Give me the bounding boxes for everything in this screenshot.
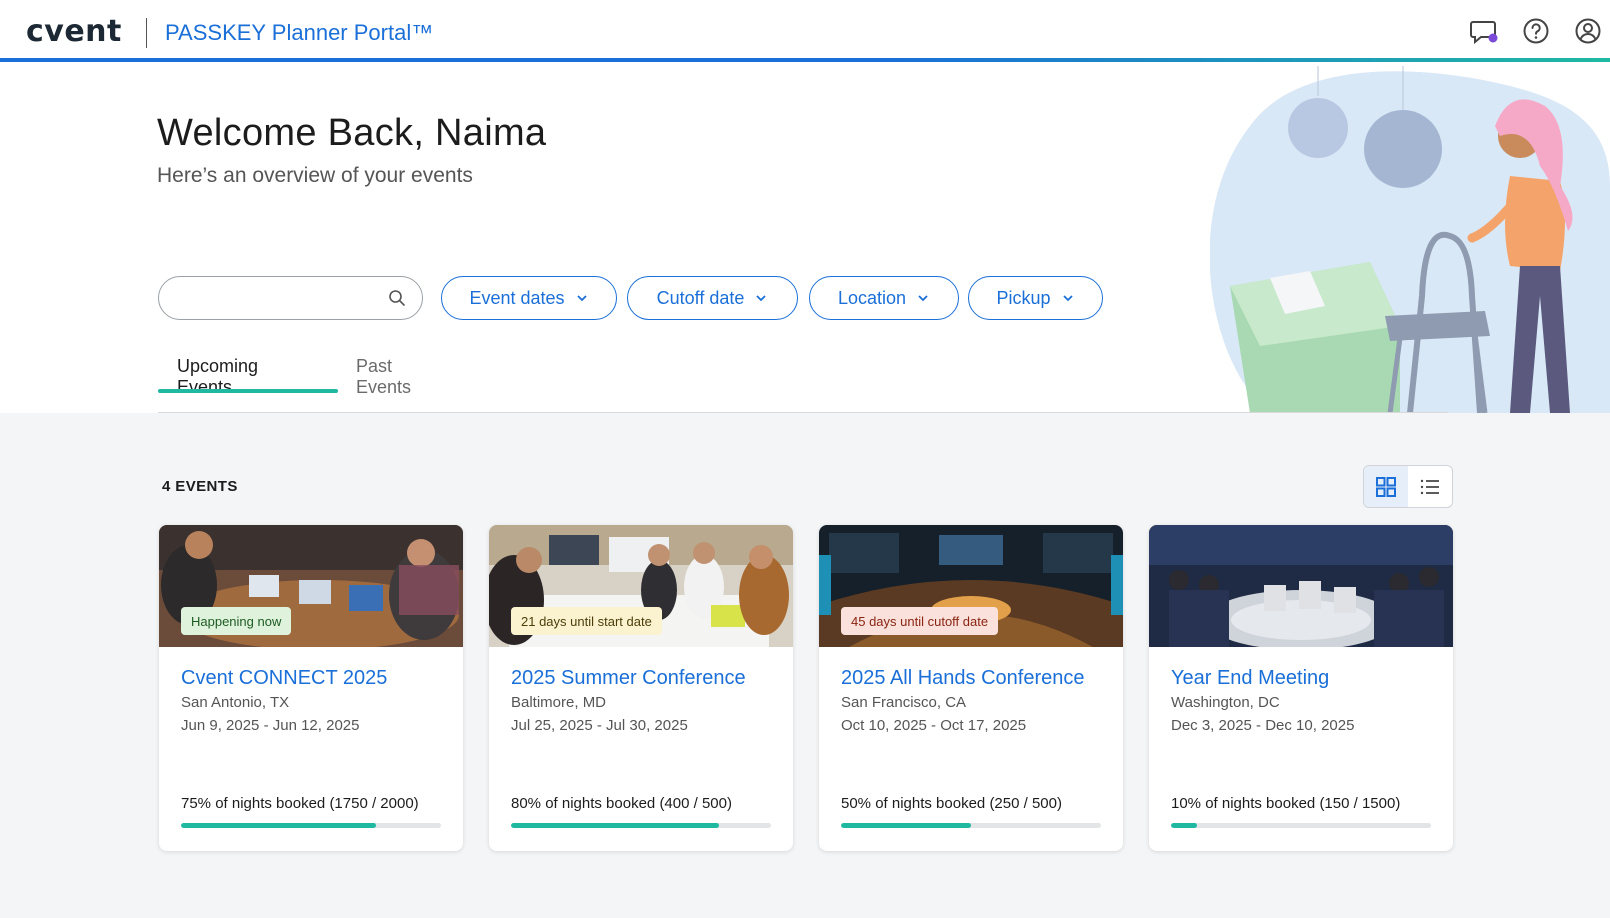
help-icon[interactable] [1521,16,1551,46]
booking-progress-bar [181,823,441,828]
portal-title[interactable]: PASSKEY Planner Portal™ [165,20,433,46]
nights-booked: 50% of nights booked (250 / 500) [841,795,1062,812]
nights-booked: 75% of nights booked (1750 / 2000) [181,795,419,812]
event-location: Baltimore, MD [511,694,607,711]
filter-pickup[interactable]: Pickup [968,276,1103,320]
event-card[interactable]: 21 days until start date 2025 Summer Con… [489,525,793,851]
header-accent-line [0,58,1610,62]
nights-booked: 80% of nights booked (400 / 500) [511,795,732,812]
search-box [158,276,423,320]
booking-progress-fill [511,823,719,828]
filter-event-dates[interactable]: Event dates [441,276,617,320]
filter-label: Pickup [996,287,1051,308]
booking-progress-fill [181,823,376,828]
filter-location[interactable]: Location [809,276,959,320]
status-badge: Happening now [181,607,292,635]
event-image [1149,525,1453,647]
event-dates: Jun 9, 2025 - Jun 12, 2025 [181,717,360,734]
search-input[interactable] [177,277,387,317]
filter-label: Event dates [469,287,565,308]
chevron-down-icon [1062,295,1073,302]
active-tab-indicator [158,389,338,393]
grid-icon [1376,476,1396,497]
booking-progress-bar [1171,823,1431,828]
event-card[interactable]: Year End Meeting Washington, DC Dec 3, 2… [1149,525,1453,851]
welcome-subtitle: Here’s an overview of your events [157,164,473,187]
event-title[interactable]: 2025 All Hands Conference [841,667,1085,690]
filter-label: Location [837,287,907,308]
event-card[interactable]: Happening now Cvent CONNECT 2025 San Ant… [159,525,463,851]
grid-view-button[interactable] [1364,466,1408,507]
filter-label: Cutoff date [656,287,745,308]
welcome-illustration [1210,66,1610,413]
events-count: 4 EVENTS [162,478,238,495]
event-card[interactable]: 45 days until cutoff date 2025 All Hands… [819,525,1123,851]
hero-section: Welcome Back, Naima Here’s an overview o… [0,66,1610,413]
status-badge: 45 days until cutoff date [841,607,999,635]
event-title[interactable]: 2025 Summer Conference [511,667,746,690]
event-title[interactable]: Cvent CONNECT 2025 [181,667,387,690]
view-toggle [1363,465,1453,508]
event-location: San Francisco, CA [841,694,967,711]
filter-cutoff-date[interactable]: Cutoff date [627,276,798,320]
chevron-down-icon [918,295,928,302]
nights-booked: 10% of nights booked (150 / 1500) [1171,795,1401,812]
booking-progress-bar [841,823,1101,828]
booking-progress-bar [511,823,771,828]
event-location: San Antonio, TX [181,694,290,711]
welcome-heading: Welcome Back, Naima [157,112,547,154]
chat-icon[interactable] [1468,16,1498,46]
booking-progress-fill [1171,823,1197,828]
event-dates: Dec 3, 2025 - Dec 10, 2025 [1171,717,1355,734]
top-bar: cvent PASSKEY Planner Portal™ [0,0,1610,62]
search-icon[interactable] [388,289,406,307]
list-icon [1420,479,1439,494]
booking-progress-fill [841,823,971,828]
chevron-down-icon [576,295,587,302]
status-badge: 21 days until start date [511,607,662,635]
event-dates: Oct 10, 2025 - Oct 17, 2025 [841,717,1027,734]
tab-past-events[interactable]: Past Events [356,356,411,397]
chevron-down-icon [756,295,766,302]
list-view-button[interactable] [1408,466,1452,507]
events-section: 4 EVENTS Happening now Cvent CONNECT 202… [0,413,1610,918]
event-title[interactable]: Year End Meeting [1171,667,1329,690]
event-location: Washington, DC [1171,694,1280,711]
logo-divider [146,18,147,48]
account-icon[interactable] [1573,16,1603,46]
event-dates: Jul 25, 2025 - Jul 30, 2025 [511,717,688,734]
cvent-logo[interactable]: cvent [26,14,122,49]
